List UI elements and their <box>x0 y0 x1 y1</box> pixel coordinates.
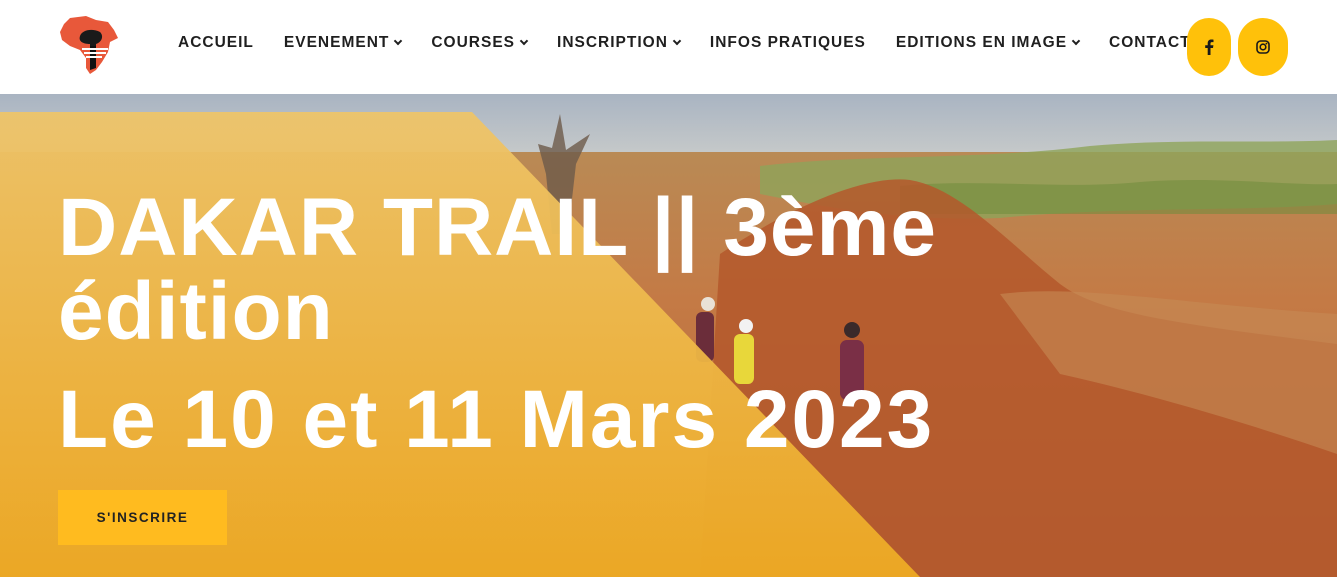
nav-item-accueil[interactable]: ACCUEIL <box>178 34 254 52</box>
nav-label: INSCRIPTION <box>557 34 668 51</box>
nav-item-editions-en-image[interactable]: EDITIONS EN IMAGE <box>895 34 1081 52</box>
nav-label: COURSES <box>431 34 516 51</box>
nav-label: INFOS PRATIQUES <box>709 34 866 51</box>
site-logo[interactable] <box>56 12 124 76</box>
hero-text: DAKAR TRAIL || 3ème édition Le 10 et 11 … <box>58 186 1058 462</box>
chevron-down-icon <box>394 36 403 46</box>
site-header: ACCUEIL EVENEMENT COURSES INSCRIPTION IN… <box>0 0 1337 94</box>
chevron-down-icon <box>1071 36 1081 46</box>
nav-item-inscription[interactable]: INSCRIPTION <box>557 34 682 52</box>
chevron-down-icon <box>672 36 682 46</box>
nav-label: EVENEMENT <box>283 34 390 51</box>
nav-item-courses[interactable]: COURSES <box>431 34 529 52</box>
facebook-button[interactable] <box>1187 18 1231 76</box>
nav-item-evenement[interactable]: EVENEMENT <box>283 34 403 52</box>
hero-date: Le 10 et 11 Mars 2023 <box>58 374 935 465</box>
chevron-down-icon <box>519 36 529 46</box>
nav-label: CONTACT <box>1109 34 1191 51</box>
nav-item-infos-pratiques[interactable]: INFOS PRATIQUES <box>710 34 866 52</box>
main-nav: ACCUEIL EVENEMENT COURSES INSCRIPTION IN… <box>178 0 1191 86</box>
hero-section: DAKAR TRAIL || 3ème édition Le 10 et 11 … <box>0 94 1337 577</box>
instagram-icon <box>1256 40 1270 54</box>
instagram-button[interactable] <box>1238 18 1288 76</box>
facebook-icon <box>1205 39 1214 55</box>
nav-label: EDITIONS EN IMAGE <box>895 34 1068 51</box>
nav-label: ACCUEIL <box>178 34 254 51</box>
nav-item-contact[interactable]: CONTACT <box>1109 34 1191 52</box>
hero-title: DAKAR TRAIL || 3ème édition <box>58 182 937 357</box>
register-button[interactable]: S'INSCRIRE <box>58 490 227 545</box>
africa-map-logo <box>60 16 118 74</box>
